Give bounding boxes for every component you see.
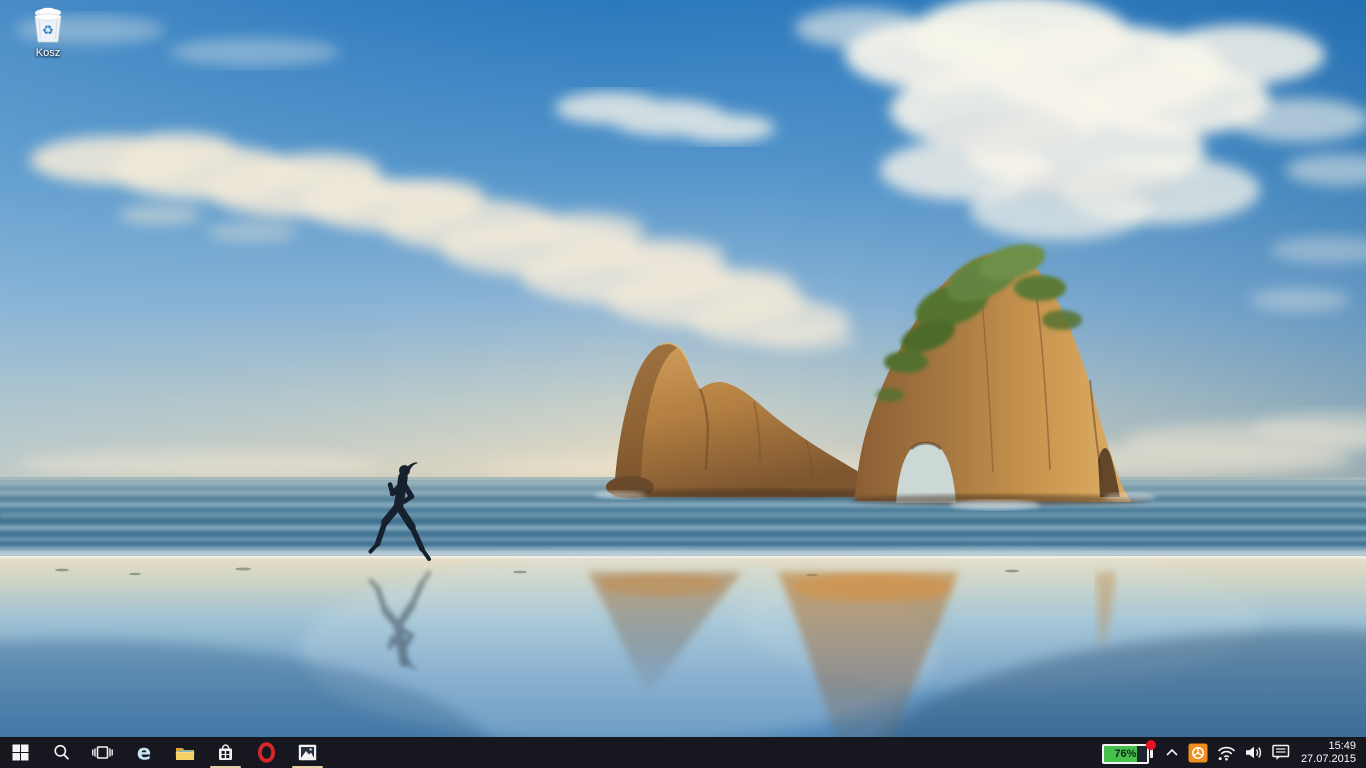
svg-text:♻: ♻ [42, 24, 54, 39]
volume-button[interactable] [1245, 745, 1263, 760]
network-button[interactable] [1217, 745, 1236, 761]
taskbar-button-store[interactable] [205, 737, 246, 768]
taskbar-buttons: e [0, 737, 328, 768]
battery-alert-dot [1145, 739, 1156, 750]
recycle-bin-icon: ♻ [34, 7, 62, 43]
folder-icon [175, 747, 194, 760]
taskbar-button-file-explorer[interactable] [164, 737, 205, 768]
task-view-icon [92, 746, 113, 759]
taskbar-button-search[interactable] [41, 737, 82, 768]
speaker-icon [1245, 746, 1261, 759]
notification-bubble-icon [1272, 744, 1290, 760]
taskbar-button-task-view[interactable] [82, 737, 123, 768]
windows-logo-icon [12, 744, 29, 761]
taskbar-button-start[interactable] [0, 737, 41, 768]
recycle-bin-desktop-icon[interactable]: ♻ Kosz [16, 6, 80, 59]
clock-time: 15:49 [1328, 740, 1356, 752]
recycle-bin-label: Kosz [35, 47, 61, 59]
battery-nub [1149, 748, 1153, 758]
wifi-icon [1217, 746, 1236, 760]
system-tray: 76% 15:49 27.07.2015 [1101, 737, 1366, 768]
taskbar-clock[interactable]: 15:49 27.07.2015 [1299, 740, 1356, 765]
chevron-up-icon [1166, 748, 1178, 756]
taskbar-button-photos[interactable] [287, 737, 328, 768]
taskbar: e 76% 15:49 27.07.2015 [0, 737, 1366, 768]
show-hidden-icons-button[interactable] [1165, 748, 1179, 757]
battery-percent-text: 76% [1114, 747, 1137, 760]
store-bag-icon [219, 744, 232, 760]
search-icon [54, 744, 70, 760]
action-center-button[interactable] [1272, 744, 1290, 761]
battery-indicator[interactable]: 76% [1101, 739, 1156, 765]
tray-app-orange-button[interactable] [1188, 743, 1208, 763]
photos-image-icon [298, 744, 317, 761]
taskbar-button-edge[interactable]: e [123, 737, 164, 768]
edge-e-icon: e [136, 742, 150, 764]
wallpaper-beach-scene [0, 0, 1366, 768]
clock-date: 27.07.2015 [1300, 752, 1356, 765]
orange-wheel-app-icon [1188, 743, 1208, 762]
opera-o-icon [258, 742, 275, 763]
svg-text:e: e [136, 742, 150, 764]
taskbar-button-opera[interactable] [246, 737, 287, 768]
